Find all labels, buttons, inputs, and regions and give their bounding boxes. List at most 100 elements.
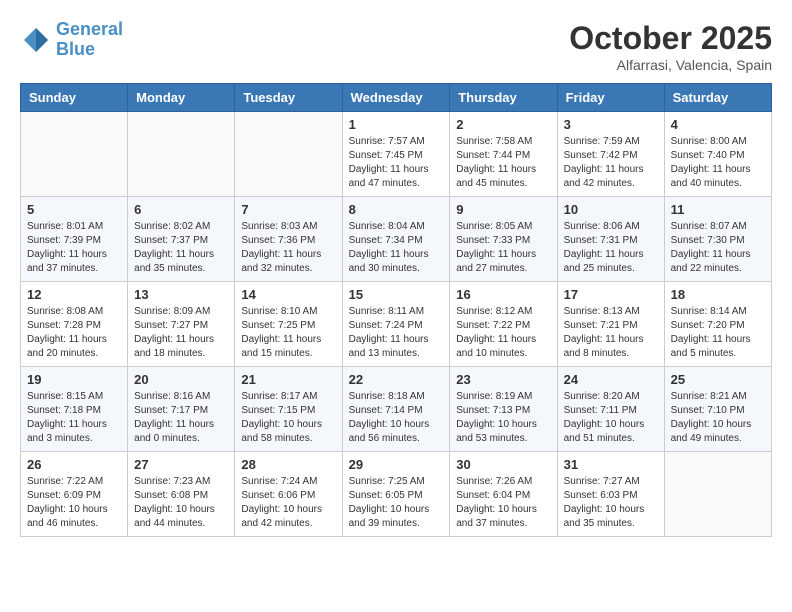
week-row-5: 26 Sunrise: 7:22 AM Sunset: 6:09 PM Dayli…: [21, 452, 772, 537]
day-cell: 21 Sunrise: 8:17 AM Sunset: 7:15 PM Dayli…: [235, 367, 342, 452]
day-cell: 30 Sunrise: 7:26 AM Sunset: 6:04 PM Dayli…: [450, 452, 557, 537]
logo-line1: General: [56, 19, 123, 39]
day-number: 18: [671, 287, 765, 302]
day-number: 12: [27, 287, 121, 302]
calendar: SundayMondayTuesdayWednesdayThursdayFrid…: [20, 83, 772, 537]
day-info: Sunrise: 7:23 AM Sunset: 6:08 PM Dayligh…: [134, 475, 228, 531]
day-number: 7: [241, 202, 335, 217]
logo-line2: Blue: [56, 39, 95, 59]
day-info: Sunrise: 8:19 AM Sunset: 7:13 PM Dayligh…: [456, 390, 550, 446]
day-cell: [21, 112, 128, 197]
day-info: Sunrise: 7:24 AM Sunset: 6:06 PM Dayligh…: [241, 475, 335, 531]
day-info: Sunrise: 8:16 AM Sunset: 7:17 PM Dayligh…: [134, 390, 228, 446]
weekday-header-sunday: Sunday: [21, 84, 128, 112]
day-number: 26: [27, 457, 121, 472]
day-cell: 14 Sunrise: 8:10 AM Sunset: 7:25 PM Dayli…: [235, 282, 342, 367]
logo-icon: [20, 24, 52, 56]
logo-text: General Blue: [56, 20, 123, 60]
weekday-header-saturday: Saturday: [664, 84, 771, 112]
day-number: 19: [27, 372, 121, 387]
day-number: 15: [349, 287, 444, 302]
day-info: Sunrise: 8:10 AM Sunset: 7:25 PM Dayligh…: [241, 305, 335, 361]
day-cell: 28 Sunrise: 7:24 AM Sunset: 6:06 PM Dayli…: [235, 452, 342, 537]
day-number: 23: [456, 372, 550, 387]
day-cell: 22Sunrise: 8:18 AM Sunset: 7:14 PM Dayli…: [342, 367, 450, 452]
day-cell: [128, 112, 235, 197]
day-info: Sunrise: 7:25 AM Sunset: 6:05 PM Dayligh…: [349, 475, 444, 531]
day-cell: 5Sunrise: 8:01 AM Sunset: 7:39 PM Daylig…: [21, 197, 128, 282]
day-info: Sunrise: 8:11 AM Sunset: 7:24 PM Dayligh…: [349, 305, 444, 361]
week-row-1: 1Sunrise: 7:57 AM Sunset: 7:45 PM Daylig…: [21, 112, 772, 197]
day-cell: 9 Sunrise: 8:05 AM Sunset: 7:33 PM Daylig…: [450, 197, 557, 282]
weekday-header-friday: Friday: [557, 84, 664, 112]
day-number: 14: [241, 287, 335, 302]
day-info: Sunrise: 8:00 AM Sunset: 7:40 PM Dayligh…: [671, 135, 765, 191]
day-cell: 18 Sunrise: 8:14 AM Sunset: 7:20 PM Dayli…: [664, 282, 771, 367]
day-cell: 24Sunrise: 8:20 AM Sunset: 7:11 PM Dayli…: [557, 367, 664, 452]
day-number: 5: [27, 202, 121, 217]
day-number: 6: [134, 202, 228, 217]
day-cell: 6 Sunrise: 8:02 AM Sunset: 7:37 PM Daylig…: [128, 197, 235, 282]
day-cell: 25 Sunrise: 8:21 AM Sunset: 7:10 PM Dayli…: [664, 367, 771, 452]
day-number: 2: [456, 117, 550, 132]
day-number: 28: [241, 457, 335, 472]
day-cell: 12Sunrise: 8:08 AM Sunset: 7:28 PM Dayli…: [21, 282, 128, 367]
logo: General Blue: [20, 20, 123, 60]
day-number: 16: [456, 287, 550, 302]
day-info: Sunrise: 8:09 AM Sunset: 7:27 PM Dayligh…: [134, 305, 228, 361]
day-info: Sunrise: 7:22 AM Sunset: 6:09 PM Dayligh…: [27, 475, 121, 531]
location: Alfarrasi, Valencia, Spain: [569, 57, 772, 73]
day-cell: 16 Sunrise: 8:12 AM Sunset: 7:22 PM Dayli…: [450, 282, 557, 367]
day-info: Sunrise: 8:14 AM Sunset: 7:20 PM Dayligh…: [671, 305, 765, 361]
day-info: Sunrise: 8:05 AM Sunset: 7:33 PM Dayligh…: [456, 220, 550, 276]
day-cell: 13 Sunrise: 8:09 AM Sunset: 7:27 PM Dayli…: [128, 282, 235, 367]
day-number: 17: [564, 287, 658, 302]
day-number: 25: [671, 372, 765, 387]
day-number: 10: [564, 202, 658, 217]
day-cell: 4Sunrise: 8:00 AM Sunset: 7:40 PM Daylig…: [664, 112, 771, 197]
day-cell: 15 Sunrise: 8:11 AM Sunset: 7:24 PM Dayli…: [342, 282, 450, 367]
day-cell: [664, 452, 771, 537]
day-number: 1: [349, 117, 444, 132]
day-cell: 23 Sunrise: 8:19 AM Sunset: 7:13 PM Dayli…: [450, 367, 557, 452]
day-cell: 31Sunrise: 7:27 AM Sunset: 6:03 PM Dayli…: [557, 452, 664, 537]
day-number: 22: [349, 372, 444, 387]
day-info: Sunrise: 8:06 AM Sunset: 7:31 PM Dayligh…: [564, 220, 658, 276]
day-info: Sunrise: 8:13 AM Sunset: 7:21 PM Dayligh…: [564, 305, 658, 361]
day-number: 13: [134, 287, 228, 302]
day-number: 24: [564, 372, 658, 387]
day-info: Sunrise: 8:21 AM Sunset: 7:10 PM Dayligh…: [671, 390, 765, 446]
weekday-header-wednesday: Wednesday: [342, 84, 450, 112]
day-info: Sunrise: 8:02 AM Sunset: 7:37 PM Dayligh…: [134, 220, 228, 276]
day-cell: 20 Sunrise: 8:16 AM Sunset: 7:17 PM Dayli…: [128, 367, 235, 452]
day-info: Sunrise: 7:26 AM Sunset: 6:04 PM Dayligh…: [456, 475, 550, 531]
day-number: 31: [564, 457, 658, 472]
day-info: Sunrise: 8:12 AM Sunset: 7:22 PM Dayligh…: [456, 305, 550, 361]
month-year: October 2025: [569, 20, 772, 57]
weekday-header-monday: Monday: [128, 84, 235, 112]
day-cell: 19Sunrise: 8:15 AM Sunset: 7:18 PM Dayli…: [21, 367, 128, 452]
day-cell: 1Sunrise: 7:57 AM Sunset: 7:45 PM Daylig…: [342, 112, 450, 197]
day-cell: 3 Sunrise: 7:59 AM Sunset: 7:42 PM Daylig…: [557, 112, 664, 197]
day-cell: 26 Sunrise: 7:22 AM Sunset: 6:09 PM Dayli…: [21, 452, 128, 537]
week-row-3: 12Sunrise: 8:08 AM Sunset: 7:28 PM Dayli…: [21, 282, 772, 367]
day-number: 8: [349, 202, 444, 217]
day-info: Sunrise: 7:59 AM Sunset: 7:42 PM Dayligh…: [564, 135, 658, 191]
day-number: 3: [564, 117, 658, 132]
day-number: 27: [134, 457, 228, 472]
day-cell: 10 Sunrise: 8:06 AM Sunset: 7:31 PM Dayli…: [557, 197, 664, 282]
day-number: 30: [456, 457, 550, 472]
page-header: General Blue October 2025 Alfarrasi, Val…: [20, 20, 772, 73]
day-number: 11: [671, 202, 765, 217]
day-number: 21: [241, 372, 335, 387]
weekday-header-thursday: Thursday: [450, 84, 557, 112]
day-info: Sunrise: 8:03 AM Sunset: 7:36 PM Dayligh…: [241, 220, 335, 276]
day-cell: 29Sunrise: 7:25 AM Sunset: 6:05 PM Dayli…: [342, 452, 450, 537]
day-cell: 7 Sunrise: 8:03 AM Sunset: 7:36 PM Daylig…: [235, 197, 342, 282]
day-number: 9: [456, 202, 550, 217]
weekday-header-row: SundayMondayTuesdayWednesdayThursdayFrid…: [21, 84, 772, 112]
day-cell: 2Sunrise: 7:58 AM Sunset: 7:44 PM Daylig…: [450, 112, 557, 197]
day-info: Sunrise: 8:17 AM Sunset: 7:15 PM Dayligh…: [241, 390, 335, 446]
day-number: 20: [134, 372, 228, 387]
day-info: Sunrise: 8:07 AM Sunset: 7:30 PM Dayligh…: [671, 220, 765, 276]
